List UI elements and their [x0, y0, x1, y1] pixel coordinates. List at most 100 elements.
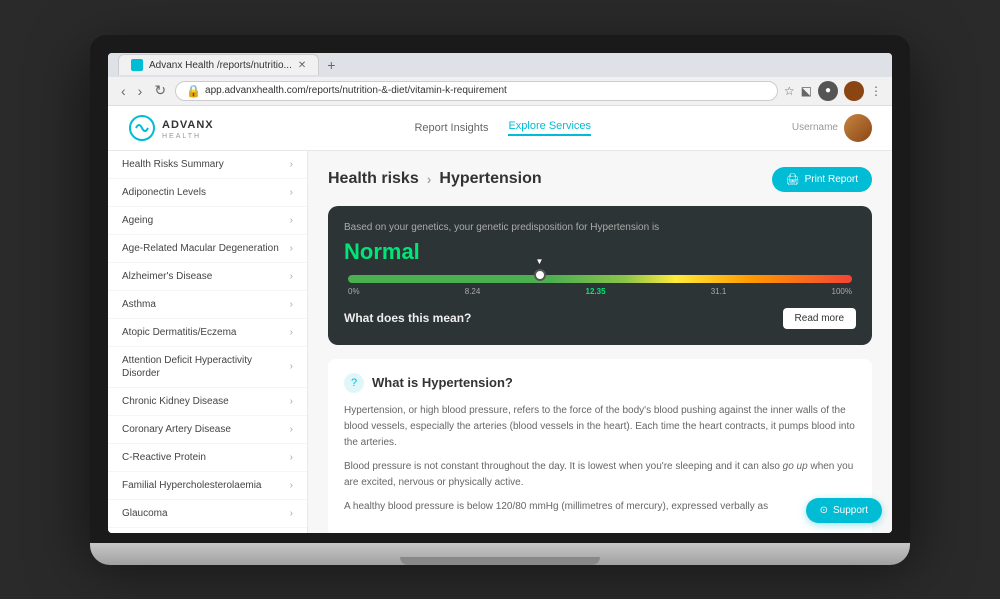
app-header: ADVANX HEALTH Report Insights Explore Se…: [108, 106, 892, 151]
tab-title: Advanx Health /reports/nutritio...: [149, 60, 292, 71]
slider-min-label: 0%: [348, 287, 360, 296]
sidebar-item-crp[interactable]: C-Reactive Protein ›: [108, 444, 307, 472]
sidebar-item-glaucoma[interactable]: Glaucoma ›: [108, 500, 307, 528]
print-icon: 🖨: [786, 173, 800, 186]
sidebar-label: Familial Hypercholesterolaemia: [122, 479, 262, 492]
breadcrumb-parent[interactable]: Health risks: [328, 170, 419, 188]
sidebar-arrow-icon: ›: [290, 361, 293, 372]
user-avatar[interactable]: [844, 114, 872, 142]
sidebar-item-kidney[interactable]: Chronic Kidney Disease ›: [108, 388, 307, 416]
sidebar-item-asthma[interactable]: Asthma ›: [108, 291, 307, 319]
lock-icon: 🔒: [186, 84, 201, 98]
page-header: Health risks › Hypertension 🖨 Print Repo…: [328, 167, 872, 192]
sidebar-arrow-icon: ›: [290, 327, 293, 338]
browser-tab[interactable]: Advanx Health /reports/nutritio... ✕: [118, 54, 319, 75]
breadcrumb: Health risks › Hypertension: [328, 170, 542, 188]
question-icon: ?: [351, 377, 357, 389]
sidebar-label: Glaucoma: [122, 507, 168, 520]
main-content: Health risks › Hypertension 🖨 Print Repo…: [308, 151, 892, 533]
sidebar-item-macular[interactable]: Age-Related Macular Degeneration ›: [108, 235, 307, 263]
info-card-header: ? What is Hypertension?: [344, 373, 856, 393]
user-name: Username: [792, 122, 838, 133]
app-body: Health Risks Summary › Adiponectin Level…: [108, 151, 892, 533]
risk-level: Normal: [344, 239, 856, 265]
back-button[interactable]: ‹: [118, 83, 129, 99]
sidebar-label: Coronary Artery Disease: [122, 423, 231, 436]
sidebar-arrow-icon: ›: [290, 187, 293, 198]
header-nav: Report Insights Explore Services: [414, 120, 591, 136]
sidebar-label: C-Reactive Protein: [122, 451, 206, 464]
sidebar-item-coronary[interactable]: Coronary Artery Disease ›: [108, 416, 307, 444]
sidebar-item-familial[interactable]: Familial Hypercholesterolaemia ›: [108, 472, 307, 500]
logo: ADVANX HEALTH: [128, 114, 214, 142]
sidebar-arrow-icon: ›: [290, 396, 293, 407]
support-label: Support: [833, 505, 868, 516]
slider-indicator: [534, 269, 546, 281]
sidebar-arrow-icon: ›: [290, 480, 293, 491]
wtm-row: What does this mean? Read more: [344, 308, 856, 329]
forward-button[interactable]: ›: [135, 83, 146, 99]
profile-icon[interactable]: ●: [818, 81, 838, 101]
slider-track: [348, 275, 852, 283]
tab-close-icon[interactable]: ✕: [298, 60, 306, 71]
logo-icon: [128, 114, 156, 142]
print-label: Print Report: [805, 174, 858, 185]
sidebar-label: Ageing: [122, 214, 153, 227]
laptop-base: [90, 543, 910, 565]
sidebar-label: Age-Related Macular Degeneration: [122, 242, 279, 255]
logo-text: ADVANX: [162, 119, 214, 131]
nav-report-insights[interactable]: Report Insights: [414, 122, 488, 134]
address-bar[interactable]: 🔒 app.advanxhealth.com/reports/nutrition…: [175, 81, 778, 101]
tab-favicon: [131, 59, 143, 71]
support-icon: ⊙: [820, 505, 828, 516]
sidebar-arrow-icon: ›: [290, 452, 293, 463]
slider-current-val: 12.35: [586, 287, 606, 296]
wtm-label: What does this mean?: [344, 311, 471, 325]
info-para-2: Blood pressure is not constant throughou…: [344, 459, 856, 491]
sidebar: Health Risks Summary › Adiponectin Level…: [108, 151, 308, 533]
read-more-button[interactable]: Read more: [783, 308, 856, 329]
sidebar-item-atopic[interactable]: Atopic Dermatitis/Eczema ›: [108, 319, 307, 347]
sidebar-arrow-icon: ›: [290, 299, 293, 310]
sidebar-item-glucose[interactable]: Glucose Level During ›: [108, 528, 307, 533]
refresh-button[interactable]: ↻: [151, 82, 169, 99]
sidebar-item-adiponectin[interactable]: Adiponectin Levels ›: [108, 179, 307, 207]
sidebar-item-adhd[interactable]: Attention Deficit Hyperactivity Disorder…: [108, 347, 307, 388]
url-text: app.advanxhealth.com/reports/nutrition-&…: [205, 85, 767, 96]
header-user: Username: [792, 114, 872, 142]
sidebar-item-ageing[interactable]: Ageing ›: [108, 207, 307, 235]
sidebar-arrow-icon: ›: [290, 508, 293, 519]
risk-slider: 0% 8.24 12.35 31.1 100%: [344, 275, 856, 296]
sidebar-arrow-icon: ›: [290, 243, 293, 254]
user-avatar-browser[interactable]: [844, 81, 864, 101]
sidebar-item-alzheimers[interactable]: Alzheimer's Disease ›: [108, 263, 307, 291]
nav-explore-services[interactable]: Explore Services: [508, 120, 591, 136]
print-report-button[interactable]: 🖨 Print Report: [772, 167, 872, 192]
sidebar-arrow-icon: ›: [290, 159, 293, 170]
info-card: ? What is Hypertension? Hypertension, or…: [328, 359, 872, 533]
breadcrumb-current: Hypertension: [439, 170, 541, 188]
support-button[interactable]: ⊙ Support: [806, 498, 882, 523]
risk-description: Based on your genetics, your genetic pre…: [344, 222, 856, 233]
info-title: What is Hypertension?: [372, 375, 513, 390]
slider-low-val: 8.24: [465, 287, 481, 296]
breadcrumb-separator: ›: [427, 171, 432, 187]
bookmark-icon[interactable]: ☆: [784, 84, 795, 98]
info-icon: ?: [344, 373, 364, 393]
sidebar-arrow-icon: ›: [290, 215, 293, 226]
info-para-1: Hypertension, or high blood pressure, re…: [344, 403, 856, 451]
cast-icon[interactable]: ⬕: [801, 84, 812, 98]
sidebar-arrow-icon: ›: [290, 271, 293, 282]
menu-icon[interactable]: ⋮: [870, 84, 882, 98]
sidebar-label: Alzheimer's Disease: [122, 270, 212, 283]
slider-max-label: 100%: [832, 287, 852, 296]
sidebar-label: Asthma: [122, 298, 156, 311]
sidebar-label: Adiponectin Levels: [122, 186, 206, 199]
logo-sub: HEALTH: [162, 133, 214, 140]
risk-card: Based on your genetics, your genetic pre…: [328, 206, 872, 345]
sidebar-arrow-icon: ›: [290, 424, 293, 435]
new-tab-button[interactable]: +: [319, 53, 343, 77]
sidebar-label: Attention Deficit Hyperactivity Disorder: [122, 354, 290, 380]
slider-mid-val: 31.1: [711, 287, 727, 296]
sidebar-item-health-risks-summary[interactable]: Health Risks Summary ›: [108, 151, 307, 179]
